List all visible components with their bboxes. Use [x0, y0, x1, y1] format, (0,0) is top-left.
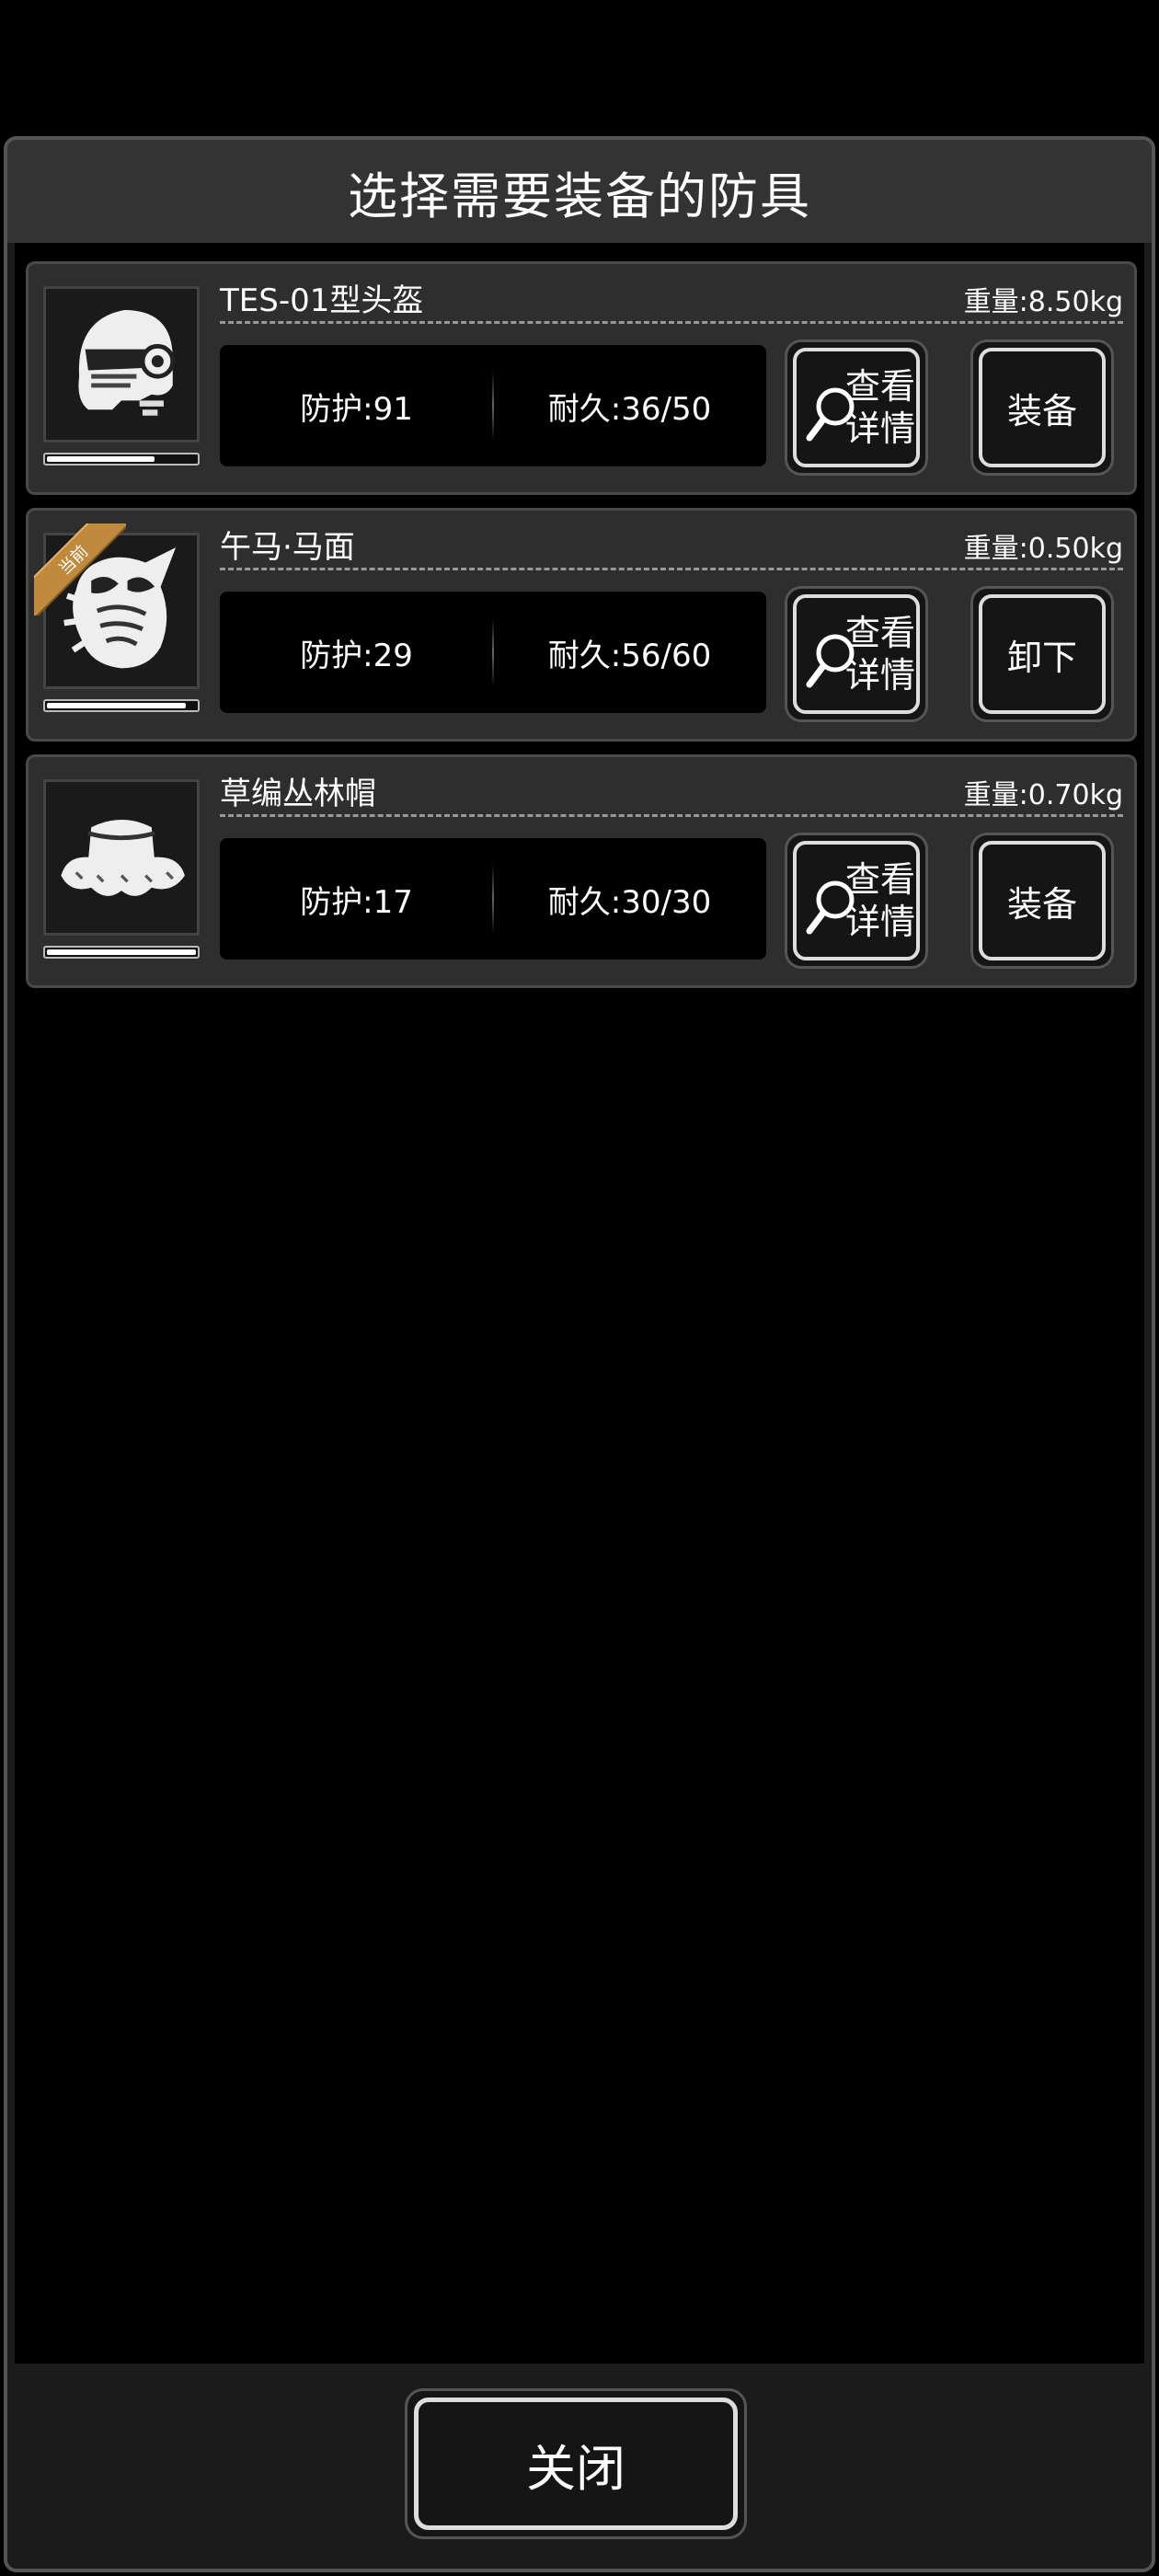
tactical-helmet-icon — [78, 309, 176, 416]
unequip-button-frame: 卸下 — [979, 594, 1106, 714]
dialog-title-bar: 选择需要装备的防具 — [7, 140, 1152, 243]
item-icon-frame — [43, 286, 200, 443]
equip-button-frame: 装备 — [979, 841, 1106, 960]
protection-stat: 防护:29 — [300, 637, 413, 674]
equip-button[interactable]: 装备 — [970, 833, 1114, 969]
armor-item: TES-01型头盔 重量:8.50kg 防护:91 耐久:36/50 查看详情 — [26, 261, 1137, 495]
durability-stat: 耐久:36/50 — [547, 390, 712, 428]
view-details-button[interactable]: 查看详情 — [785, 586, 928, 722]
dashed-divider — [220, 321, 1123, 324]
armor-item: 当前 午马·马面 重量:0.50kg 防护:29 耐久:56/60 查看详情 卸… — [26, 508, 1137, 742]
item-stats: 防护:17 耐久:30/30 — [220, 838, 766, 960]
dashed-divider — [220, 568, 1123, 570]
equip-button-frame: 装备 — [979, 348, 1106, 467]
item-weight: 重量:0.70kg — [963, 779, 1123, 811]
view-details-button-frame: 查看详情 — [793, 841, 920, 960]
magnifier-icon — [806, 634, 855, 688]
straw-hat-icon — [61, 820, 185, 896]
dialog-title: 选择需要装备的防具 — [348, 167, 811, 225]
protection-stat: 防护:17 — [300, 883, 413, 921]
unequip-button[interactable]: 卸下 — [970, 586, 1114, 722]
durability-fill — [47, 456, 155, 462]
durability-bar — [43, 453, 200, 466]
close-button[interactable]: 关闭 — [405, 2388, 747, 2539]
horse-mask-icon — [63, 547, 177, 669]
view-details-button-frame: 查看详情 — [793, 348, 920, 467]
protection-stat: 防护:91 — [300, 390, 413, 428]
durability-fill — [47, 949, 196, 955]
durability-fill — [47, 703, 186, 708]
item-weight: 重量:0.50kg — [963, 533, 1123, 565]
dashed-divider — [220, 814, 1123, 817]
durability-stat: 耐久:56/60 — [547, 637, 712, 674]
view-details-button[interactable]: 查看详情 — [785, 833, 928, 969]
magnifier-icon — [806, 880, 855, 935]
view-details-button[interactable]: 查看详情 — [785, 339, 928, 476]
close-button-label: 关闭 — [414, 2398, 738, 2530]
unequip-label: 卸下 — [1006, 637, 1077, 678]
view-details-button-frame: 查看详情 — [793, 594, 920, 714]
item-icon-frame — [43, 779, 200, 936]
equip-label: 装备 — [1006, 883, 1077, 925]
durability-stat: 耐久:30/30 — [547, 883, 712, 921]
armor-item: 草编丛林帽 重量:0.70kg 防护:17 耐久:30/30 查看详情 装备 — [26, 754, 1137, 988]
item-weight: 重量:8.50kg — [963, 286, 1123, 318]
item-name: 午马·马面 — [220, 529, 355, 566]
item-name: TES-01型头盔 — [220, 282, 424, 319]
equipment-dialog: 选择需要装备的防具 TES-01型头盔 重量:8.50kg 防护:91 耐久:3… — [4, 136, 1155, 2572]
item-icon-frame — [43, 533, 200, 689]
item-name: 草编丛林帽 — [220, 776, 376, 812]
equip-label: 装备 — [1006, 390, 1077, 431]
equip-button[interactable]: 装备 — [970, 339, 1114, 476]
armor-list: TES-01型头盔 重量:8.50kg 防护:91 耐久:36/50 查看详情 — [15, 243, 1144, 2363]
item-stats: 防护:29 耐久:56/60 — [220, 592, 766, 713]
item-stats: 防护:91 耐久:36/50 — [220, 345, 766, 466]
durability-bar — [43, 946, 200, 959]
magnifier-icon — [806, 387, 855, 442]
durability-bar — [43, 699, 200, 712]
